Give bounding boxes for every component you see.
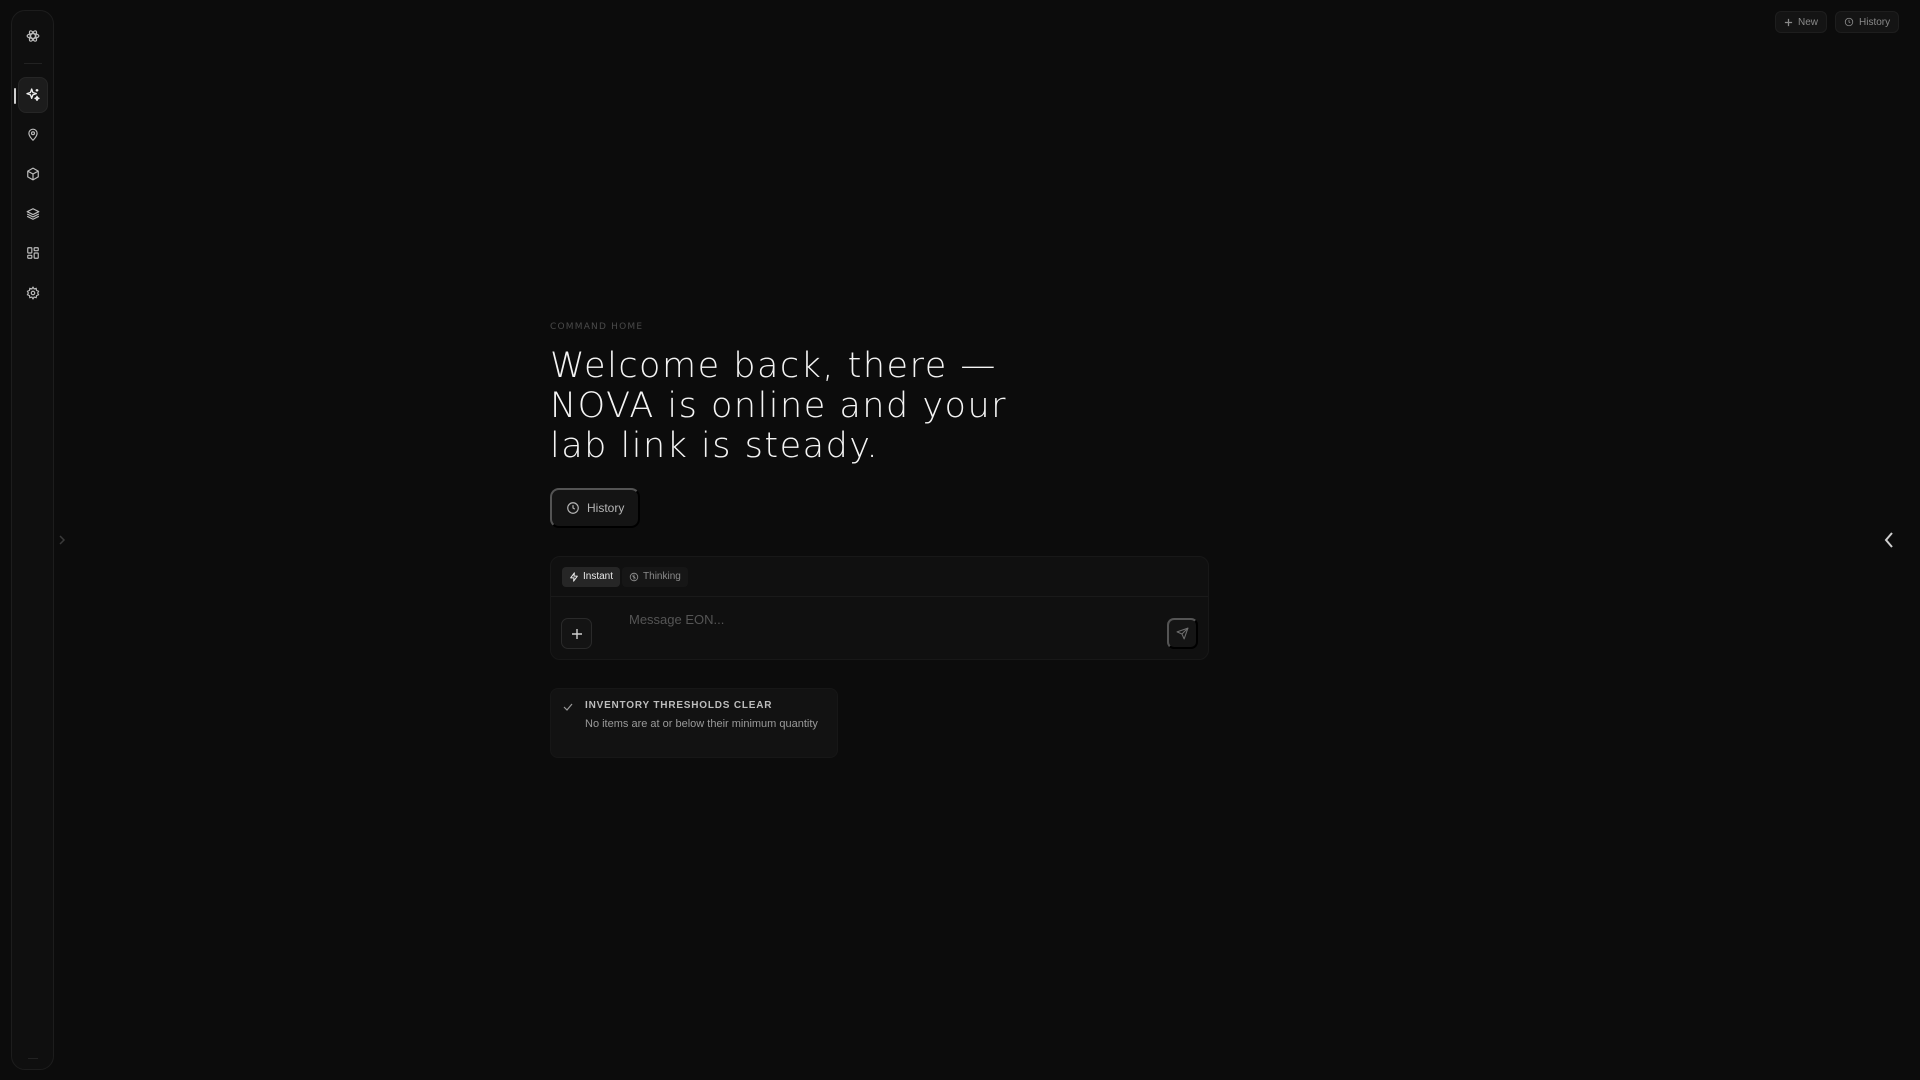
sidebar-item-layers[interactable]: [18, 196, 48, 232]
welcome-headline: Welcome back, there — NOVA is online and…: [550, 346, 1008, 466]
mode-tabs: Instant Thinking: [551, 557, 1208, 597]
sidebar-item-sparkles[interactable]: [14, 77, 48, 113]
sidebar-divider: [24, 63, 42, 64]
send-button[interactable]: [1167, 618, 1198, 649]
sidebar-bottom-divider: [28, 1058, 38, 1059]
map-pin-icon: [26, 128, 40, 142]
sidebar-item-dashboard[interactable]: [18, 235, 48, 271]
sidebar-item-inventory[interactable]: [18, 156, 48, 192]
history-button[interactable]: History: [550, 488, 641, 528]
plus-icon: [571, 628, 583, 640]
send-icon: [1176, 627, 1189, 640]
sparkles-icon: [25, 87, 41, 103]
box-icon: [26, 167, 40, 181]
sidebar-item-settings[interactable]: [18, 275, 48, 311]
open-panel-chevron-icon[interactable]: [1878, 528, 1900, 552]
new-button[interactable]: New: [1775, 11, 1828, 33]
history-top-button[interactable]: History: [1835, 11, 1900, 33]
clock-icon: [1844, 17, 1854, 27]
layers-icon: [26, 207, 40, 221]
status-subtitle: No items are at or below their minimum q…: [585, 718, 818, 730]
mode-tab-instant[interactable]: Instant: [562, 566, 621, 587]
expand-sidebar-chevron-icon[interactable]: [56, 532, 68, 548]
inventory-status-card: INVENTORY THRESHOLDS CLEAR No items are …: [550, 688, 838, 758]
atom-logo-icon[interactable]: [22, 25, 44, 47]
sidebar-item-location[interactable]: [18, 117, 48, 153]
plus-icon: [1784, 18, 1793, 27]
message-input[interactable]: [629, 609, 1149, 629]
attach-button[interactable]: [561, 618, 592, 649]
check-icon: [562, 701, 574, 713]
grid-icon: [26, 246, 40, 260]
mode-tab-label: Thinking: [643, 571, 681, 582]
history-top-label: History: [1859, 16, 1891, 28]
sidebar: [11, 10, 54, 1070]
status-title: INVENTORY THRESHOLDS CLEAR: [585, 700, 773, 711]
new-button-label: New: [1798, 16, 1819, 28]
main-content: COMMAND HOME Welcome back, there — NOVA …: [550, 322, 1210, 758]
gear-icon: [26, 286, 40, 300]
clock-icon: [566, 501, 580, 515]
page-eyebrow: COMMAND HOME: [550, 322, 644, 332]
message-composer: Instant Thinking: [550, 556, 1209, 660]
brain-icon: [629, 572, 639, 582]
bolt-icon: [569, 571, 579, 582]
history-button-label: History: [587, 501, 625, 515]
mode-tab-thinking[interactable]: Thinking: [622, 566, 688, 587]
mode-tab-label: Instant: [583, 571, 614, 582]
